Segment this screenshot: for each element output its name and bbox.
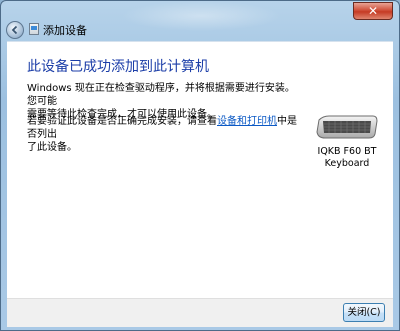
content-area: 此设备已成功添加到此计算机 Windows 现在正在检查驱动程序，并将根据需要进… bbox=[7, 41, 393, 299]
page-heading: 此设备已成功添加到此计算机 bbox=[27, 59, 209, 75]
verify-line-2: 了此设备。 bbox=[27, 142, 77, 153]
close-icon: ✕ bbox=[367, 4, 379, 18]
add-device-window: ✕ 添加设备 此设备已成功添加到此计算机 Windows 现在正在检查驱动程序，… bbox=[0, 0, 400, 331]
window-title: 添加设备 bbox=[43, 24, 87, 37]
verify-paragraph: 若要验证此设备是否正确完成安装，请查看设备和打印机中是否列出 了此设备。 bbox=[27, 115, 297, 154]
device-name-line-2: Keyboard bbox=[324, 158, 370, 169]
info-line-1: Windows 现在正在检查驱动程序，并将根据需要进行安装。您可能 bbox=[27, 83, 295, 107]
device-tile: IQKB F60 BT Keyboard bbox=[307, 112, 387, 170]
button-bar: 关闭(C) bbox=[7, 298, 393, 327]
title-bar: ✕ 添加设备 bbox=[1, 1, 399, 39]
device-name: IQKB F60 BT Keyboard bbox=[307, 146, 387, 170]
back-button[interactable] bbox=[6, 21, 24, 39]
add-device-icon bbox=[29, 23, 39, 35]
device-name-line-1: IQKB F60 BT bbox=[317, 146, 377, 157]
window-close-button[interactable]: ✕ bbox=[353, 2, 393, 20]
close-button[interactable]: 关闭(C) bbox=[343, 303, 385, 322]
keyboard-icon bbox=[316, 115, 378, 139]
devices-and-printers-link[interactable]: 设备和打印机 bbox=[217, 116, 277, 127]
verify-line-1: 若要验证此设备是否正确完成安装，请查看设备和打印机中是否列出 bbox=[27, 115, 297, 141]
verify-prefix: 若要验证此设备是否正确完成安装，请查看 bbox=[27, 116, 217, 127]
back-arrow-icon bbox=[11, 25, 18, 35]
